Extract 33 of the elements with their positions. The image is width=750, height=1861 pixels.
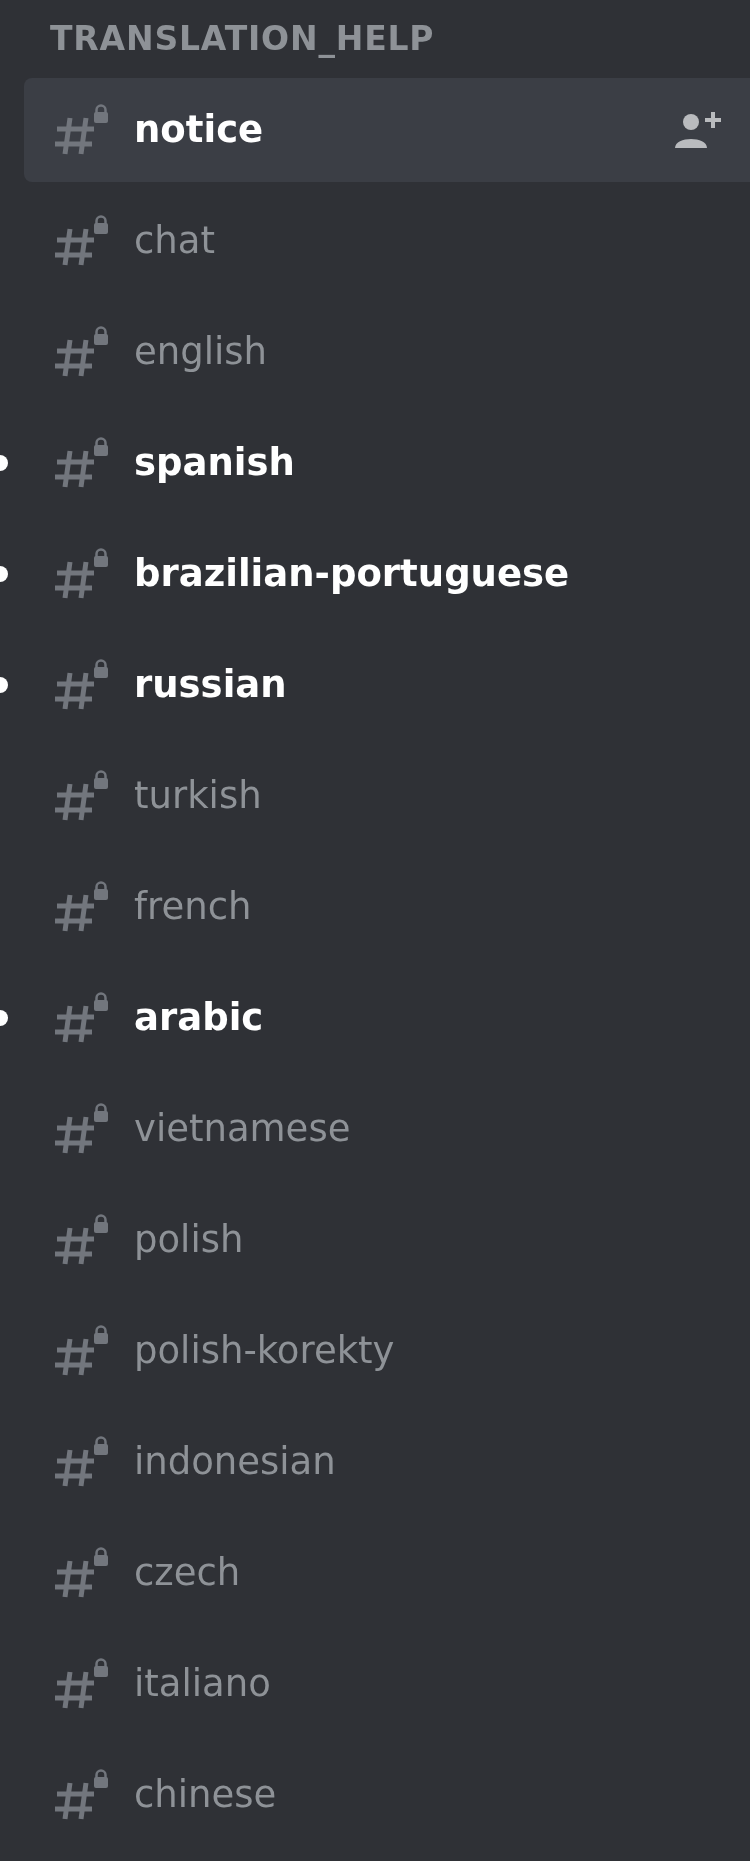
channel-item[interactable]: indonesian: [24, 1410, 750, 1514]
channel-name: russian: [134, 662, 288, 709]
channel-item[interactable]: chat: [24, 189, 750, 293]
channel-name: czech: [134, 1550, 242, 1597]
channel-name: chat: [134, 218, 216, 265]
channel-item[interactable]: polish-korekty: [24, 1299, 750, 1403]
channel-item[interactable]: russian: [24, 633, 750, 737]
channel-item[interactable]: italiano: [24, 1632, 750, 1736]
channel-item[interactable]: arabic: [24, 966, 750, 1070]
channel-name: chinese: [134, 1772, 278, 1819]
channel-item[interactable]: turkish: [24, 744, 750, 848]
channel-name: italiano: [134, 1661, 272, 1708]
channel-name: vietnamese: [134, 1106, 352, 1153]
channel-name: indonesian: [134, 1439, 337, 1486]
channel-name: arabic: [134, 995, 265, 1042]
channel-item[interactable]: notice: [24, 78, 750, 182]
channel-name: spanish: [134, 440, 296, 487]
channel-item[interactable]: vietnamese: [24, 1077, 750, 1181]
channel-item[interactable]: chinese: [24, 1743, 750, 1847]
channel-name: polish-korekty: [134, 1328, 396, 1375]
category-title[interactable]: TRANSLATION_HELP: [50, 14, 435, 64]
channel-name: turkish: [134, 773, 263, 820]
channel-item[interactable]: french: [24, 855, 750, 959]
channel-name: english: [134, 329, 268, 376]
channel-name: notice: [134, 107, 265, 154]
channel-item[interactable]: brazilian-portuguese: [24, 522, 750, 626]
channel-item[interactable]: czech: [24, 1521, 750, 1625]
channel-name: brazilian-portuguese: [134, 551, 571, 598]
channel-item[interactable]: polish: [24, 1188, 750, 1292]
channel-item[interactable]: spanish: [24, 411, 750, 515]
channel-name: polish: [134, 1217, 245, 1264]
channel-item[interactable]: english: [24, 300, 750, 404]
channel-name: french: [134, 884, 253, 931]
